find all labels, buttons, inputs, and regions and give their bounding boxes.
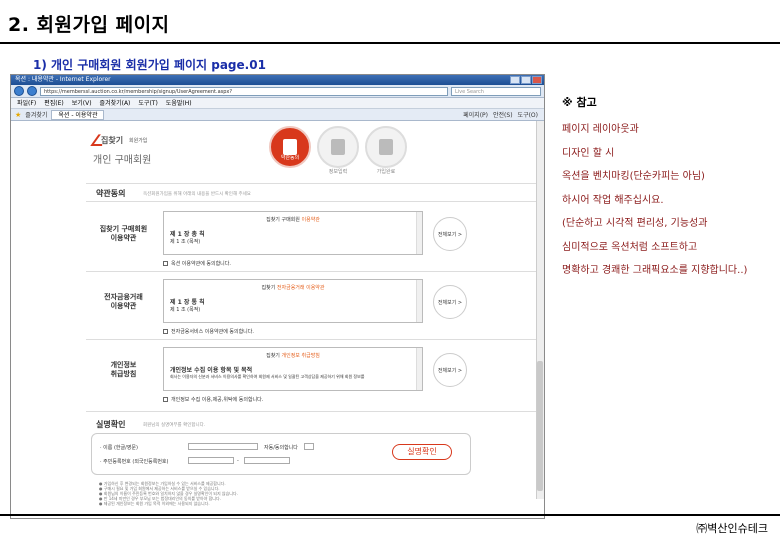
window-controls (510, 75, 544, 85)
note-line: 옥션을 벤치마킹(단순카피는 아님) (562, 171, 705, 182)
rrn-label: · 주민등록번호 (외국인등록번호) (100, 459, 169, 465)
terms-scrollbar[interactable] (416, 280, 422, 322)
note-line: 명확하고 경쾌한 그래픽요소를 지향합니다..) (562, 265, 748, 276)
signup-steps: 약관동의 정보입력 가입완료 (269, 126, 407, 175)
terms-label-privacy: 개인정보 취급방침 (110, 361, 137, 378)
divider (86, 183, 541, 184)
id-card-icon (379, 139, 393, 155)
menu-edit[interactable]: 편집(E) (44, 98, 64, 108)
note-line: 심미적으로 옥션처럼 소프트하고 (562, 241, 698, 253)
agree-checkbox-privacy[interactable]: 개인정보 수집 이용,제공,위탁에 동의합니다. (163, 396, 263, 403)
step-terms: 약관동의 (269, 126, 311, 168)
logo-text: 집찾기 (101, 136, 124, 145)
verify-form: · 이름 (한글/영문) 자동/동의합니다 · 주민등록번호 (외국인등록번호)… (91, 433, 471, 475)
notes-heading: ※ 참고 (562, 96, 597, 109)
checkbox[interactable] (163, 397, 168, 402)
view-all-button[interactable]: 전체보기 > (433, 285, 467, 319)
page-menu[interactable]: 페이지(P) (463, 110, 488, 119)
step-label: 가입완료 (376, 169, 396, 175)
forward-icon[interactable] (27, 86, 37, 96)
verify-desc: 회원님의 실명여부를 확인합니다. (143, 423, 206, 428)
title-divider (0, 42, 780, 44)
favorites-star-icon[interactable]: ★ (15, 111, 21, 119)
note-line: 하시어 작업 해주십시요. (562, 194, 664, 206)
name-input[interactable] (188, 443, 258, 450)
tools-menu[interactable]: 도구(O) (518, 110, 538, 119)
rrn-front-input[interactable] (188, 457, 234, 464)
terms-box-buyer[interactable]: 집찾기 구매회원 이용약관 제 1 장 총 칙 제 1 조 (목적) (163, 211, 423, 255)
web-page: ∠ 집찾기 회원가입 개인 구매회원 약관동의 정보입력 가입완료 약관동의 옥… (11, 121, 544, 506)
menu-view[interactable]: 보기(V) (72, 98, 92, 108)
agree-checkbox-efin[interactable]: 전자금융서비스 이용약관에 동의합니다. (163, 328, 254, 335)
divider (86, 339, 541, 340)
list-item: ● 제공된 개인정보는 회원 가입 목적 이외에는 사용되지 않습니다. (99, 501, 210, 506)
search-input[interactable]: Live Search (451, 86, 541, 96)
rrn-back-input[interactable] (244, 457, 290, 464)
step-complete: 가입완료 (365, 126, 407, 175)
document-title: 2. 회원가입 페이지 (8, 14, 170, 36)
step-label: 약관동의 (280, 155, 300, 161)
menu-help[interactable]: 도움말(H) (166, 98, 192, 108)
name-option-checkbox[interactable] (304, 443, 314, 450)
checkbox[interactable] (163, 329, 168, 334)
browser-titlebar: 옥션 : 내용약관 - Internet Explorer (11, 75, 544, 85)
url-field[interactable]: https://memberssl.auction.co.kr/membersh… (40, 86, 448, 96)
logo-sub: 회원가입 (129, 138, 148, 144)
name-label: · 이름 (한글/영문) (100, 445, 138, 451)
note-line: 페이지 레이아웃과 (562, 124, 639, 135)
note-line: 디자인 할 시 (562, 147, 615, 159)
terms-box-privacy[interactable]: 집찾기 개인정보 취급방침 개인정보 수집 이용 항목 및 목적 회사는 이용자… (163, 347, 423, 391)
menu-file[interactable]: 파일(F) (17, 98, 36, 108)
maximize-icon[interactable] (521, 76, 531, 84)
terms-label-buyer: 집찾기 구매회원 이용약관 (99, 225, 148, 242)
name-hint: 자동/동의합니다 (264, 445, 298, 451)
page-title: 개인 구매회원 (93, 155, 152, 166)
divider (86, 411, 541, 412)
address-bar: https://memberssl.auction.co.kr/membersh… (11, 85, 544, 98)
section-subtitle: 1) 개인 구매회원 회원가입 페이지 page.01 (33, 58, 266, 72)
rrn-dash: - (237, 458, 239, 464)
verify-button[interactable]: 실명확인 (392, 444, 452, 460)
toolbar-right: 페이지(P) 안전(S) 도구(O) (463, 110, 544, 119)
notes-panel: 페이지 레이아웃과 디자인 할 시 옥션을 벤치마킹(단순카피는 아님) 하시어… (562, 118, 747, 283)
menu-favorites[interactable]: 즐겨찾기(A) (100, 98, 131, 108)
document-icon (283, 139, 297, 155)
menu-bar: 파일(F) 편집(E) 보기(V) 즐겨찾기(A) 도구(T) 도움말(H) (11, 98, 544, 109)
safety-menu[interactable]: 안전(S) (493, 110, 513, 119)
terms-box-efin[interactable]: 집찾기 전자금융거래 이용약관 제 1 장 통 칙 제 1 조 (목적) (163, 279, 423, 323)
window-title: 옥션 : 내용약관 - Internet Explorer (15, 76, 111, 83)
browser-screenshot: 옥션 : 내용약관 - Internet Explorer https://me… (10, 74, 545, 519)
step-info: 정보입력 (317, 126, 359, 175)
terms-scrollbar[interactable] (416, 348, 422, 390)
agree-checkbox-buyer[interactable]: 옥션 이용약관에 동의합니다. (163, 260, 231, 267)
verify-title: 실명확인 (96, 420, 126, 429)
agree-section-desc: 옥션회원가입을 위해 아래의 내용을 반드시 확인해 주세요 (143, 192, 251, 197)
notes-list: ● 가입하신 후 변경되는 회원정보는 가입하실 수 있는 서비스를 제공합니다… (99, 481, 238, 506)
tab-bar: ★ 즐겨찾기 옥션 - 이용약관 페이지(P) 안전(S) 도구(O) (11, 109, 544, 121)
terms-scrollbar[interactable] (416, 212, 422, 254)
note-line: (단순하고 시각적 편리성, 기능성과 (562, 218, 708, 229)
page-scrollbar[interactable] (536, 121, 544, 499)
tab-current[interactable]: 옥션 - 이용약관 (51, 109, 105, 120)
pencil-icon (331, 139, 345, 155)
company-name: ㈜벽산인슈테크 (696, 522, 768, 535)
view-all-button[interactable]: 전체보기 > (433, 353, 467, 387)
back-icon[interactable] (14, 86, 24, 96)
minimize-icon[interactable] (510, 76, 520, 84)
favorites-button[interactable]: 즐겨찾기 (25, 110, 47, 119)
terms-label-efin: 전자금융거래 이용약관 (104, 293, 143, 310)
divider (86, 271, 541, 272)
divider (86, 201, 541, 202)
scroll-thumb[interactable] (537, 361, 543, 491)
agree-section-title: 약관동의 (96, 189, 126, 198)
step-label: 정보입력 (328, 169, 348, 175)
close-icon[interactable] (532, 76, 542, 84)
view-all-button[interactable]: 전체보기 > (433, 217, 467, 251)
menu-tools[interactable]: 도구(T) (138, 98, 157, 108)
checkbox[interactable] (163, 261, 168, 266)
footer-divider (0, 514, 780, 516)
